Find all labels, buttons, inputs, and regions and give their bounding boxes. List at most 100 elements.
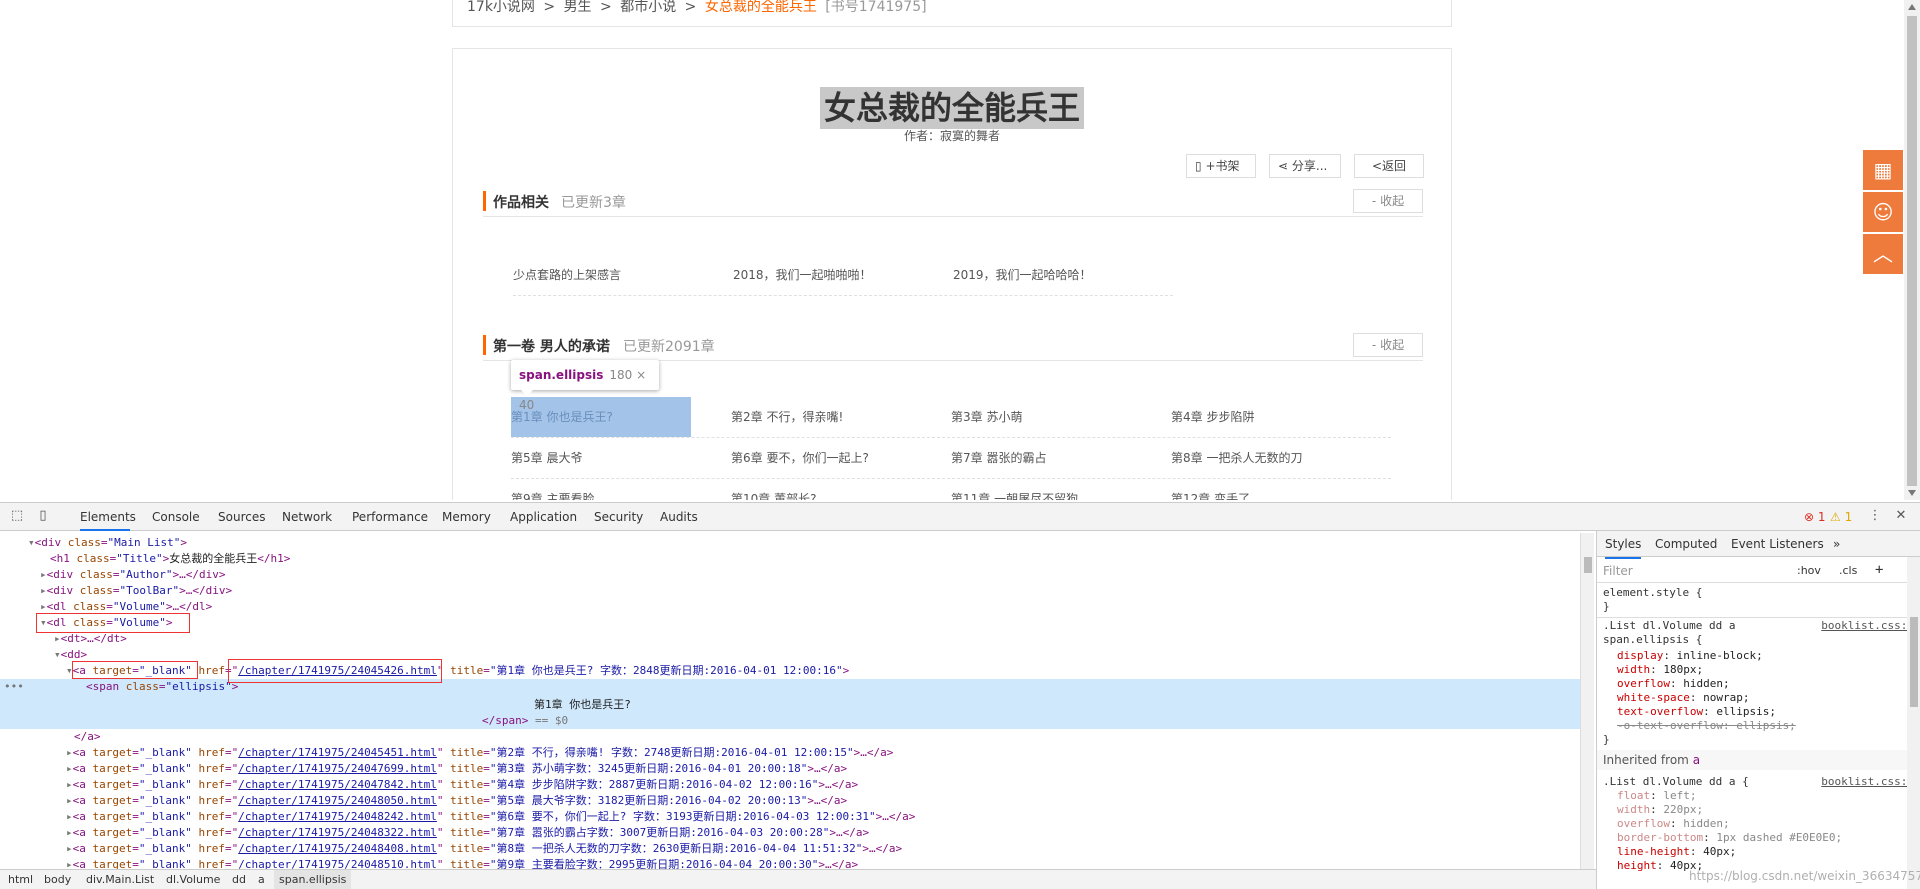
stylesheet-link[interactable]: booklist.css:1 (1821, 775, 1914, 788)
dom-scrollbar[interactable] (1580, 533, 1594, 871)
css-property[interactable]: width: 220px; (1617, 803, 1703, 817)
crumb-urban[interactable]: 都市小说 (620, 0, 676, 15)
tab-event-listeners[interactable]: Event Listeners (1731, 531, 1824, 557)
dom-line[interactable]: </a> (0, 729, 1580, 745)
dom-line[interactable]: ▸<a target="_blank" href="/chapter/17419… (0, 825, 1580, 841)
css-property[interactable]: text-overflow: ellipsis; (1617, 705, 1776, 719)
bookshelf-button[interactable]: ▯ +书架 (1186, 154, 1256, 178)
chapter-link[interactable]: 第3章 苏小萌 (951, 397, 1131, 437)
dom-breadcrumb: html body div.Main.List dl.Volume dd a s… (0, 869, 1596, 889)
crumb-book-id: [书号1741975] (825, 0, 927, 15)
dom-line[interactable]: ▾<dl class="Volume"> (0, 615, 1580, 631)
dom-line[interactable]: ▾<div class="Main List"> (0, 535, 1580, 551)
crumb-site[interactable]: 17k小说网 (467, 0, 535, 15)
warning-count[interactable]: ⚠ 1 (1830, 503, 1852, 531)
qr-code-icon[interactable]: ▦ (1863, 150, 1903, 190)
chapter-link[interactable]: 第7章 嚣张的霸占 (951, 438, 1131, 478)
crumb-dl[interactable]: dl.Volume (166, 870, 220, 889)
tab-audits[interactable]: Audits (660, 503, 698, 531)
tab-memory[interactable]: Memory (442, 503, 491, 531)
back-button[interactable]: <返回 (1354, 154, 1424, 178)
stylesheet-link[interactable]: booklist.css:1 (1821, 619, 1914, 632)
css-property[interactable]: width: 180px; (1617, 663, 1703, 677)
share-button[interactable]: ⋖ 分享... (1269, 154, 1341, 178)
dom-line[interactable]: ▸<dt>…</dt> (0, 631, 1580, 647)
styles-scrollbar[interactable] (1907, 557, 1920, 889)
crumb-span[interactable]: span.ellipsis (274, 870, 352, 889)
crumb-div[interactable]: div.Main.List (86, 870, 154, 889)
customer-service-icon[interactable]: ☺ (1863, 192, 1903, 232)
tab-application[interactable]: Application (510, 503, 577, 531)
devtools-panel: ⬚ ▯ Elements Console Sources Network Per… (0, 502, 1920, 889)
css-property[interactable]: border-bottom: 1px dashed #E0E0E0; (1617, 831, 1842, 845)
selected-text-node: 第1章 你也是兵王? (534, 698, 631, 711)
chapter-link[interactable]: 第10章 董部长? (731, 479, 911, 500)
inspect-element-icon[interactable]: ⬚ (10, 509, 24, 523)
dom-line[interactable]: ▸<a target="_blank" href="/chapter/17419… (0, 793, 1580, 809)
chapter-link[interactable]: 第2章 不行，得亲嘴! (731, 397, 911, 437)
dom-line[interactable]: ▸<a target="_blank" href="/chapter/17419… (0, 761, 1580, 777)
watermark: https://blog.csdn.net/weixin_36634757 (1689, 869, 1920, 883)
more-options-icon[interactable]: ⋮ (1868, 509, 1882, 523)
dom-line[interactable]: ▸<a target="_blank" href="/chapter/17419… (0, 745, 1580, 761)
css-property[interactable]: line-height: 40px; (1617, 845, 1736, 859)
section-volume1-header: 第一卷 男人的承诺 已更新2091章 - 收起 (483, 331, 1423, 361)
inherited-header: Inherited from a (1597, 750, 1920, 770)
cls-toggle[interactable]: .cls (1839, 564, 1857, 578)
tab-elements[interactable]: Elements (80, 503, 136, 531)
chapter-link[interactable]: 第5章 晨大爷 (511, 438, 691, 478)
crumb-a[interactable]: a (258, 870, 265, 889)
device-toolbar-icon[interactable]: ▯ (36, 509, 50, 523)
chapter-link[interactable]: 第11章 一朝屠尽不留狗 (951, 479, 1131, 500)
tab-performance[interactable]: Performance (352, 503, 428, 531)
css-property[interactable]: overflow: hidden; (1617, 817, 1730, 831)
fold-button[interactable]: - 收起 (1353, 189, 1423, 213)
crumb-current-book[interactable]: 女总裁的全能兵王 (705, 0, 817, 15)
crumb-sep: > (600, 0, 612, 15)
crumb-body[interactable]: body (44, 870, 71, 889)
chapter-link[interactable]: 第4章 步步陷阱 (1171, 397, 1351, 437)
chapter-link[interactable]: 第9章 主要看脸 (511, 479, 691, 500)
tab-security[interactable]: Security (594, 503, 643, 531)
close-icon[interactable]: ✕ (1894, 509, 1908, 523)
tab-more[interactable]: » (1833, 531, 1840, 557)
chapter-link[interactable]: 第1章 你也是兵王? (511, 397, 691, 437)
author: 作者：寂寞的舞者 (903, 129, 1000, 143)
back-to-top-icon[interactable]: ︿ (1863, 234, 1903, 274)
tab-styles[interactable]: Styles (1605, 531, 1642, 559)
styles-filter-input[interactable]: Filter (1603, 562, 1803, 580)
dom-line[interactable]: ▸<a target="_blank" href="/chapter/17419… (0, 809, 1580, 825)
fold-button[interactable]: - 收起 (1353, 333, 1423, 357)
chapter-link[interactable]: 2019，我们一起哈哈哈！ (953, 255, 1133, 295)
tab-network[interactable]: Network (282, 503, 332, 531)
error-count[interactable]: ⊗ 1 (1804, 503, 1826, 531)
chapter-link[interactable]: 第8章 一把杀人无数的刀 (1171, 438, 1351, 478)
add-rule-icon[interactable]: + (1875, 563, 1883, 577)
dom-line[interactable]: ▸<a target="_blank" href="/chapter/17419… (0, 841, 1580, 857)
css-property[interactable]: display: inline-block; (1617, 649, 1763, 663)
crumb-html[interactable]: html (8, 870, 33, 889)
browser-viewport: 17k小说网 > 男生 > 都市小说 > 女总裁的全能兵王 [书号1741975… (0, 0, 1920, 500)
dom-line[interactable]: <h1 class="Title">女总裁的全能兵王</h1> (0, 551, 1580, 567)
dom-tree[interactable]: ▾<div class="Main List"> <h1 class="Titl… (0, 533, 1580, 871)
css-property[interactable]: overflow: hidden; (1617, 677, 1730, 691)
hov-toggle[interactable]: :hov (1797, 564, 1821, 578)
dom-line[interactable]: ▸<div class="Author">…</div> (0, 567, 1580, 583)
annotation-box (36, 613, 190, 633)
styles-pane: Styles Computed Event Listeners » Filter… (1596, 531, 1920, 889)
dom-line[interactable]: ▸<a target="_blank" href="/chapter/17419… (0, 777, 1580, 793)
tab-sources[interactable]: Sources (218, 503, 265, 531)
dom-line[interactable]: ▸<dl class="Volume">…</dl> (0, 599, 1580, 615)
chapter-link[interactable]: 第12章 变手了 (1171, 479, 1351, 500)
chapter-link[interactable]: 少点套路的上架感言 (513, 255, 693, 295)
css-property[interactable]: float: left; (1617, 789, 1697, 803)
page-scrollbar[interactable] (1904, 0, 1920, 500)
chapter-link[interactable]: 第6章 要不，你们一起上? (731, 438, 911, 478)
tab-console[interactable]: Console (152, 503, 200, 531)
dom-line[interactable]: ▸<div class="ToolBar">…</div> (0, 583, 1580, 599)
crumb-dd[interactable]: dd (232, 870, 246, 889)
css-property[interactable]: white-space: nowrap; (1617, 691, 1749, 705)
tab-computed[interactable]: Computed (1655, 531, 1717, 557)
chapter-link[interactable]: 2018，我们一起啪啪啪！ (733, 255, 913, 295)
crumb-male[interactable]: 男生 (564, 0, 592, 15)
